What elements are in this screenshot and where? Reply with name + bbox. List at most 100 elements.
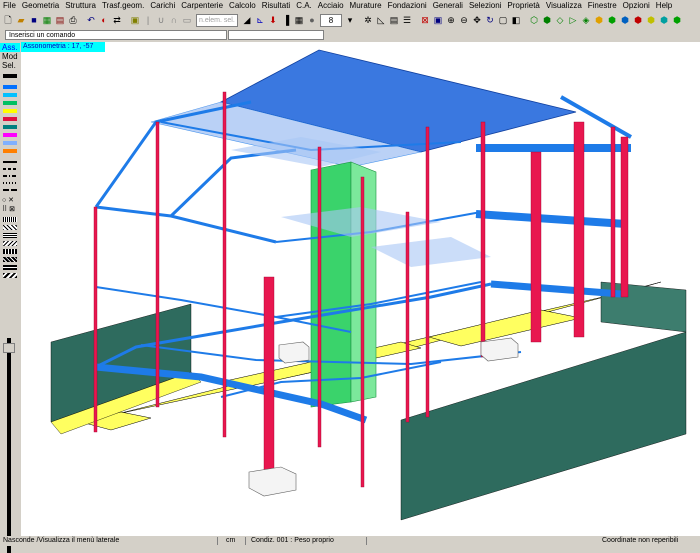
palette-icon[interactable]: ▐ — [280, 14, 292, 27]
rotate-icon[interactable]: ◐ — [98, 14, 110, 27]
command-row: Inserisci un comando — [0, 29, 700, 42]
chevron-down-icon[interactable]: ▾ — [344, 14, 356, 27]
view-3d-icon[interactable]: ◇ — [554, 14, 566, 27]
menu-ca[interactable]: C.A. — [293, 0, 315, 11]
status-hint: Nasconde /Visualizza il menù laterale — [3, 537, 120, 544]
color-swatch-red[interactable] — [3, 117, 17, 121]
menu-geometria[interactable]: Geometria — [19, 0, 62, 11]
triangle-icon[interactable]: ◢ — [241, 14, 253, 27]
undo-icon[interactable]: ↶ — [85, 14, 97, 27]
node-icon[interactable]: ⊾ — [254, 14, 266, 27]
cube-green-icon[interactable]: ⬢ — [606, 14, 618, 27]
node-symbol-icon[interactable]: ○ ✕ — [0, 196, 14, 205]
color-swatch-magenta[interactable] — [3, 133, 17, 137]
side-sel-button[interactable]: Sel. — [0, 61, 20, 70]
cube-render-icon[interactable]: ⬢ — [671, 14, 683, 27]
cube-shaded-icon[interactable]: ⬢ — [541, 14, 553, 27]
zoom-slider-thumb[interactable] — [3, 343, 15, 353]
line-style-dashed[interactable] — [3, 168, 17, 170]
color-swatch-green[interactable] — [3, 101, 17, 105]
arrow-down-icon[interactable]: ⬇ — [267, 14, 279, 27]
command-input[interactable] — [228, 30, 324, 40]
hatch-pattern-7[interactable] — [3, 265, 17, 270]
cube-wire-icon[interactable]: ⬡ — [528, 14, 540, 27]
menu-trasf-geom[interactable]: Trasf.geom. — [99, 0, 147, 11]
view-plan-icon[interactable]: ▢ — [497, 14, 509, 27]
select-intersect-icon[interactable]: ∩ — [168, 14, 180, 27]
hatch-pattern-6[interactable] — [3, 257, 17, 262]
color-swatch-blue[interactable] — [3, 85, 17, 89]
move-icon[interactable]: ⇄ — [111, 14, 123, 27]
line-style-dotted[interactable] — [3, 182, 17, 184]
open-folder-icon[interactable]: ▰ — [15, 14, 27, 27]
cube-red-icon[interactable]: ⬢ — [632, 14, 644, 27]
list-icon[interactable]: ☰ — [401, 14, 413, 27]
new-file-icon[interactable]: 🗋 — [2, 14, 14, 27]
side-ass-button[interactable]: Ass. — [0, 43, 20, 52]
cube-cyan-icon[interactable]: ⬢ — [658, 14, 670, 27]
line-style-dash-dot[interactable] — [3, 175, 17, 177]
side-mod-button[interactable]: Mod — [0, 52, 20, 61]
zoom-in-icon[interactable]: ⊕ — [445, 14, 457, 27]
menu-generali[interactable]: Generali — [430, 0, 466, 11]
select-line-icon[interactable]: | — [142, 14, 154, 27]
3d-viewport[interactable] — [21, 42, 700, 536]
select-elem-icon[interactable]: ▣ — [129, 14, 141, 27]
menu-fondazioni[interactable]: Fondazioni — [385, 0, 430, 11]
menu-file[interactable]: File — [0, 0, 19, 11]
zoom-slider-track[interactable] — [7, 338, 11, 553]
hatch-pattern-4[interactable] — [3, 241, 17, 246]
menu-acciaio[interactable]: Acciaio — [315, 0, 347, 11]
zoom-out-icon[interactable]: ⊖ — [458, 14, 470, 27]
color-swatch-cyan[interactable] — [3, 93, 17, 97]
cube-yellow-icon[interactable]: ⬢ — [645, 14, 657, 27]
redraw-icon[interactable]: ↻ — [484, 14, 496, 27]
hatch-pattern-5[interactable] — [3, 249, 17, 254]
line-style-solid[interactable] — [3, 161, 17, 163]
menu-murature[interactable]: Murature — [347, 0, 385, 11]
zoom-window-icon[interactable]: ⊠ — [419, 14, 431, 27]
menu-carichi[interactable]: Carichi — [147, 0, 178, 11]
menu-selezioni[interactable]: Selezioni — [466, 0, 504, 11]
settings-icon[interactable]: ✲ — [362, 14, 374, 27]
zoom-all-icon[interactable]: ▣ — [432, 14, 444, 27]
color-swatch-orange[interactable] — [3, 149, 17, 153]
menu-visualizza[interactable]: Visualizza — [543, 0, 585, 11]
menu-help[interactable]: Help — [653, 0, 675, 11]
cube-top-icon[interactable]: ◈ — [580, 14, 592, 27]
grid-symbol-icon[interactable]: ⠿ ⊠ — [0, 205, 15, 214]
menu-calcolo[interactable]: Calcolo — [226, 0, 259, 11]
menu-finestre[interactable]: Finestre — [585, 0, 620, 11]
hatch-pattern-8[interactable] — [3, 273, 17, 278]
profile-icon[interactable]: ◺ — [375, 14, 387, 27]
import-icon[interactable]: ▦ — [41, 14, 53, 27]
hatch-pattern-2[interactable] — [3, 225, 17, 230]
view-flag-icon[interactable]: ▷ — [567, 14, 579, 27]
menu-opzioni[interactable]: Opzioni — [620, 0, 653, 11]
grid-icon[interactable]: ▦ — [293, 14, 305, 27]
color-swatch-black[interactable] — [3, 74, 17, 78]
save-icon[interactable]: ■ — [28, 14, 40, 27]
hatch-pattern-3[interactable] — [3, 233, 17, 238]
line-style-long-dash[interactable] — [3, 189, 17, 191]
menu-risultati[interactable]: Risultati — [259, 0, 293, 11]
cube-color-icon[interactable]: ⬢ — [593, 14, 605, 27]
menu-carpenterie[interactable]: Carpenterie — [178, 0, 226, 11]
print-icon[interactable]: ⎙ — [67, 14, 79, 27]
menu-struttura[interactable]: Struttura — [62, 0, 99, 11]
pan-icon[interactable]: ✥ — [471, 14, 483, 27]
view-front-icon[interactable]: ◧ — [510, 14, 522, 27]
color-swatch-yellow[interactable] — [3, 109, 17, 113]
element-selection-input[interactable]: n.elem. sel. — [196, 13, 238, 27]
export-icon[interactable]: ▤ — [54, 14, 66, 27]
sphere-icon[interactable]: ● — [306, 14, 318, 27]
level-spinner[interactable]: 8 — [320, 13, 342, 27]
color-swatch-lightblue[interactable] — [3, 141, 17, 145]
select-rect-icon[interactable]: ▭ — [181, 14, 193, 27]
select-union-icon[interactable]: ∪ — [155, 14, 167, 27]
color-swatch-teal[interactable] — [3, 125, 17, 129]
table-icon[interactable]: ▤ — [388, 14, 400, 27]
cube-blue-icon[interactable]: ⬢ — [619, 14, 631, 27]
menu-proprieta[interactable]: Proprietà — [504, 0, 542, 11]
hatch-pattern-1[interactable] — [3, 217, 17, 222]
